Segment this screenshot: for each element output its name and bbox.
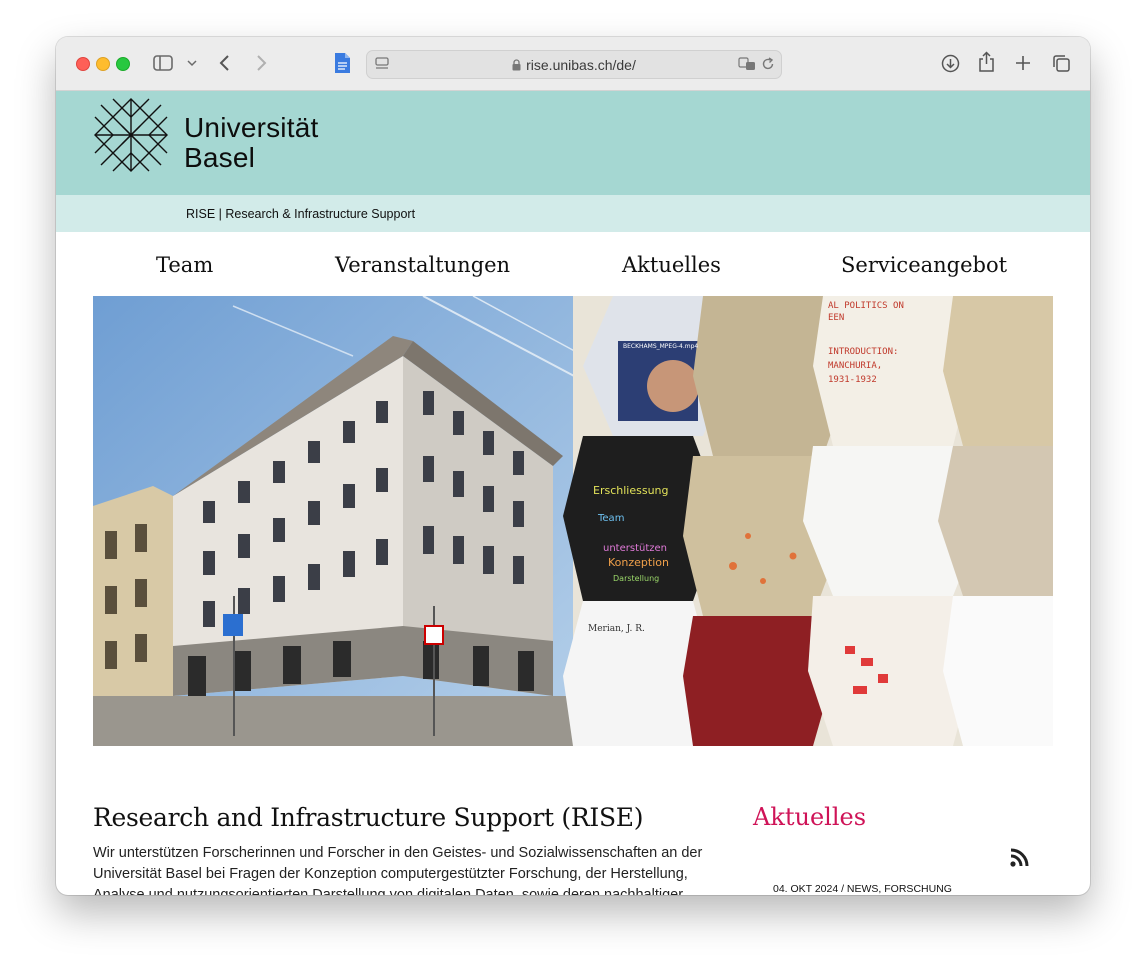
- header-band: Universität Basel: [56, 91, 1090, 195]
- url-text: rise.unibas.ch/de/: [367, 57, 781, 73]
- svg-text:1931-1932: 1931-1932: [828, 375, 877, 385]
- intro-paragraph: Wir unterstützen Forscherinnen und Forsc…: [93, 845, 703, 895]
- back-icon[interactable]: [219, 54, 231, 72]
- logo-line-1: Universität: [184, 112, 319, 143]
- svg-text:unterstützen: unterstützen: [603, 543, 667, 554]
- news-item-meta: 04. OKT 2024 / NEWS, FORSCHUNG: [773, 883, 952, 895]
- reload-icon[interactable]: [761, 57, 775, 71]
- university-logo-icon[interactable]: [93, 97, 169, 173]
- browser-window: rise.unibas.ch/de/ Universität Basel RIS…: [56, 37, 1090, 895]
- minimize-window-button[interactable]: [96, 57, 110, 71]
- nav-item-aktuelles[interactable]: Aktuelles: [622, 253, 721, 277]
- translate-icon[interactable]: [738, 57, 756, 71]
- nav-item-veranstaltungen[interactable]: Veranstaltungen: [335, 253, 510, 277]
- site-subtitle-link[interactable]: RISE | Research & Infrastructure Support: [186, 207, 415, 221]
- web-page: Universität Basel RISE | Research & Infr…: [56, 91, 1090, 895]
- page-title: Research and Infrastructure Support (RIS…: [93, 803, 644, 832]
- svg-text:EEN: EEN: [828, 313, 844, 323]
- rss-icon[interactable]: [1009, 848, 1029, 868]
- hero-collage-image: INTRODUCTION: MANCHURIA, 1931-1932 AL PO…: [93, 296, 1053, 746]
- sidebar-icon[interactable]: [153, 55, 175, 71]
- svg-text:Merian, J. R.: Merian, J. R.: [588, 624, 645, 634]
- chevron-down-icon[interactable]: [187, 59, 197, 67]
- logo-line-2: Basel: [184, 142, 256, 173]
- hero-illustration: INTRODUCTION: MANCHURIA, 1931-1932 AL PO…: [93, 296, 1053, 746]
- svg-text:MANCHURIA,: MANCHURIA,: [828, 361, 882, 371]
- news-section-title[interactable]: Aktuelles: [753, 803, 866, 831]
- nav-item-team[interactable]: Team: [156, 253, 213, 277]
- browser-toolbar: rise.unibas.ch/de/: [56, 37, 1090, 91]
- document-icon[interactable]: [334, 52, 351, 74]
- address-bar[interactable]: rise.unibas.ch/de/: [366, 50, 782, 79]
- forward-icon[interactable]: [255, 54, 267, 72]
- lock-icon: [512, 59, 521, 71]
- zoom-window-button[interactable]: [116, 57, 130, 71]
- download-icon[interactable]: [941, 54, 960, 73]
- logo-wordmark[interactable]: Universität Basel: [184, 113, 318, 173]
- tab-overview-icon[interactable]: [1052, 54, 1071, 73]
- svg-text:BECKHAMS_MPEG-4.mp4: BECKHAMS_MPEG-4.mp4: [623, 343, 698, 350]
- url-label: rise.unibas.ch/de/: [526, 57, 636, 73]
- close-window-button[interactable]: [76, 57, 90, 71]
- svg-text:Darstellung: Darstellung: [613, 574, 659, 583]
- svg-text:Team: Team: [597, 513, 624, 524]
- share-icon[interactable]: [978, 51, 995, 73]
- nav-item-serviceangebot[interactable]: Serviceangebot: [841, 253, 1007, 277]
- svg-text:AL POLITICS ON: AL POLITICS ON: [828, 301, 904, 311]
- new-tab-icon[interactable]: [1015, 55, 1031, 71]
- svg-text:Konzeption: Konzeption: [608, 556, 669, 569]
- svg-text:Erschliessung: Erschliessung: [593, 484, 669, 497]
- svg-text:INTRODUCTION:: INTRODUCTION:: [828, 347, 898, 357]
